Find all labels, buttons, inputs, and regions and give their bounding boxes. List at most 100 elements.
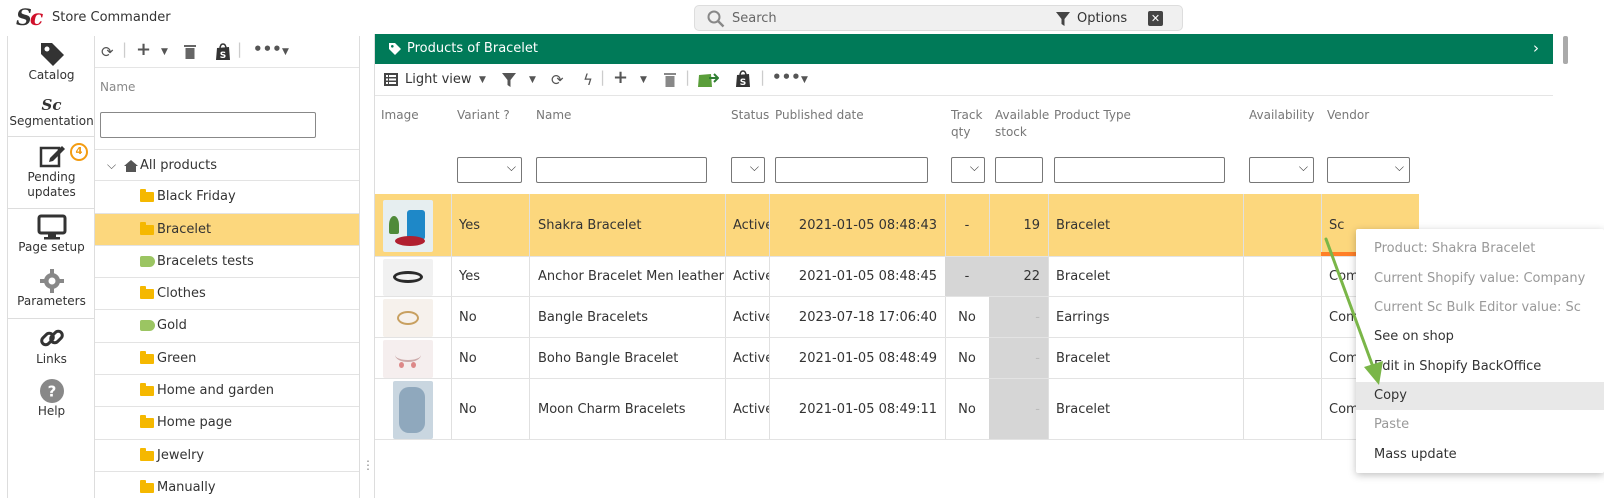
export-icon[interactable] [697, 70, 719, 88]
chevron-down-icon[interactable]: ▼ [801, 75, 808, 85]
cell-name[interactable]: Anchor Bracelet Men leather [538, 257, 724, 296]
cell-variant[interactable]: Yes [459, 257, 480, 296]
cell-track-qty[interactable]: No [945, 297, 989, 337]
nav-links[interactable]: Links [8, 324, 95, 366]
cell-product-type[interactable]: Bracelet [1056, 338, 1110, 378]
chevron-down-icon[interactable]: ▼ [640, 75, 647, 85]
refresh-icon[interactable]: ⟳ [551, 71, 564, 89]
published-filter-input[interactable] [775, 157, 928, 183]
nav-catalog[interactable]: Catalog [8, 40, 95, 82]
chevron-down-icon[interactable]: ▼ [282, 47, 289, 57]
trash-icon[interactable] [183, 43, 197, 59]
table-row[interactable]: No Moon Charm Bracelets Active 2021-01-0… [375, 379, 1419, 440]
tree-item-bracelet[interactable]: Bracelet [95, 213, 359, 246]
cell-product-type[interactable]: Earrings [1056, 297, 1110, 337]
cell-name[interactable]: Shakra Bracelet [538, 194, 642, 256]
close-icon[interactable]: ✕ [1148, 11, 1163, 26]
panel-resize-handle[interactable]: ⋮ [362, 458, 374, 472]
table-row[interactable]: Yes Anchor Bracelet Men leather Active 2… [375, 257, 1419, 297]
tree-name-filter-input[interactable] [100, 112, 316, 138]
col-header-name[interactable]: Name [536, 107, 571, 124]
vendor-filter-select[interactable] [1327, 157, 1410, 183]
chevron-down-icon[interactable]: ▼ [529, 75, 536, 85]
app-logo[interactable]: Sc [16, 5, 43, 31]
nav-parameters[interactable]: Parameters [8, 268, 95, 308]
product-type-filter-input[interactable] [1054, 157, 1225, 183]
col-header-vendor[interactable]: Vendor [1327, 107, 1369, 124]
tree-item-clothes[interactable]: Clothes [95, 278, 359, 311]
add-icon[interactable]: + [613, 67, 628, 88]
tree-item-all-products[interactable]: ⌵ All products [95, 149, 359, 182]
cell-product-type[interactable]: Bracelet [1056, 257, 1110, 296]
nav-page-setup[interactable]: Page setup [8, 214, 95, 254]
col-header-status[interactable]: Status [731, 107, 769, 124]
cell-name[interactable]: Bangle Bracelets [538, 297, 648, 337]
cell-published[interactable]: 2021-01-05 08:48:45 [769, 257, 945, 296]
cell-name[interactable]: Moon Charm Bracelets [538, 379, 686, 439]
filter-icon[interactable] [501, 72, 517, 88]
chevron-right-icon[interactable]: › [1533, 39, 1539, 57]
tree-item-green[interactable]: Green [95, 343, 359, 376]
stock-filter-input[interactable] [995, 157, 1043, 183]
name-filter-input[interactable] [536, 157, 707, 183]
table-row[interactable]: No Bangle Bracelets Active 2023-07-18 17… [375, 297, 1419, 338]
menu-item-edit-backoffice[interactable]: Edit in Shopify BackOffice [1374, 359, 1541, 374]
shopify-icon[interactable]: S [215, 43, 231, 61]
refresh-icon[interactable]: ⟳ [101, 43, 114, 61]
global-search[interactable]: Search Options ✕ [694, 5, 1183, 31]
scrollbar[interactable] [1563, 36, 1568, 64]
cell-published[interactable]: 2021-01-05 08:49:11 [769, 379, 945, 439]
chevron-down-icon[interactable]: ⌵ [107, 158, 116, 173]
cell-stock[interactable]: - [989, 338, 1048, 378]
lightning-icon[interactable]: ϟ [583, 71, 593, 89]
cell-status[interactable]: Active [733, 379, 769, 439]
tree-item-black-friday[interactable]: Black Friday [95, 181, 359, 214]
col-header-availability[interactable]: Availability [1249, 107, 1314, 124]
cell-track-qty[interactable]: - [945, 257, 989, 296]
col-header-available-stock[interactable]: Available stock [995, 107, 1049, 141]
tree-item-home-and-garden[interactable]: Home and garden [95, 375, 359, 408]
cell-published[interactable]: 2021-01-05 08:48:49 [769, 338, 945, 378]
cell-stock[interactable]: - [989, 379, 1048, 439]
more-icon[interactable]: ••• [772, 68, 801, 86]
chevron-down-icon[interactable]: ▼ [161, 47, 168, 57]
tree-item-bracelets-tests[interactable]: Bracelets tests [95, 246, 359, 279]
tree-item-manually[interactable]: Manually [95, 472, 359, 498]
cell-stock[interactable]: - [989, 297, 1048, 337]
col-header-variant[interactable]: Variant ? [457, 107, 510, 124]
col-header-track-qty[interactable]: Track qty [951, 107, 982, 141]
trash-icon[interactable] [663, 71, 677, 87]
cell-stock[interactable]: 22 [989, 257, 1048, 296]
tree-item-gold[interactable]: Gold [95, 310, 359, 343]
cell-name[interactable]: Boho Bangle Bracelet [538, 338, 678, 378]
search-options-button[interactable]: Options [1077, 11, 1127, 26]
cell-stock[interactable]: 19 [989, 194, 1048, 256]
cell-status[interactable]: Active [733, 257, 769, 296]
nav-segmentation[interactable]: Sc Segmentation [8, 96, 95, 128]
track-qty-filter-select[interactable] [951, 157, 985, 183]
table-row[interactable]: No Boho Bangle Bracelet Active 2021-01-0… [375, 338, 1419, 379]
cell-variant[interactable]: Yes [459, 194, 480, 256]
cell-variant[interactable]: No [459, 379, 477, 439]
cell-variant[interactable]: No [459, 297, 477, 337]
nav-help[interactable]: ? Help [8, 378, 95, 418]
cell-status[interactable]: Active [733, 297, 769, 337]
cell-track-qty[interactable]: No [945, 379, 989, 439]
cell-product-type[interactable]: Bracelet [1056, 379, 1110, 439]
add-icon[interactable]: + [136, 39, 151, 60]
chevron-down-icon[interactable]: ▼ [479, 75, 486, 85]
cell-track-qty[interactable]: No [945, 338, 989, 378]
col-header-product-type[interactable]: Product Type [1054, 107, 1131, 124]
more-icon[interactable]: ••• [253, 40, 282, 58]
status-filter-select[interactable] [731, 157, 765, 183]
col-header-published[interactable]: Published date [775, 107, 864, 124]
tree-item-jewelry[interactable]: Jewelry [95, 440, 359, 472]
search-placeholder[interactable]: Search [732, 11, 777, 26]
cell-published[interactable]: 2021-01-05 08:48:43 [769, 194, 945, 256]
view-selector[interactable]: Light view [405, 72, 472, 87]
variant-filter-select[interactable] [457, 157, 522, 183]
availability-filter-select[interactable] [1249, 157, 1314, 183]
cell-variant[interactable]: No [459, 338, 477, 378]
cell-status[interactable]: Active [733, 194, 769, 256]
cell-status[interactable]: Active [733, 338, 769, 378]
